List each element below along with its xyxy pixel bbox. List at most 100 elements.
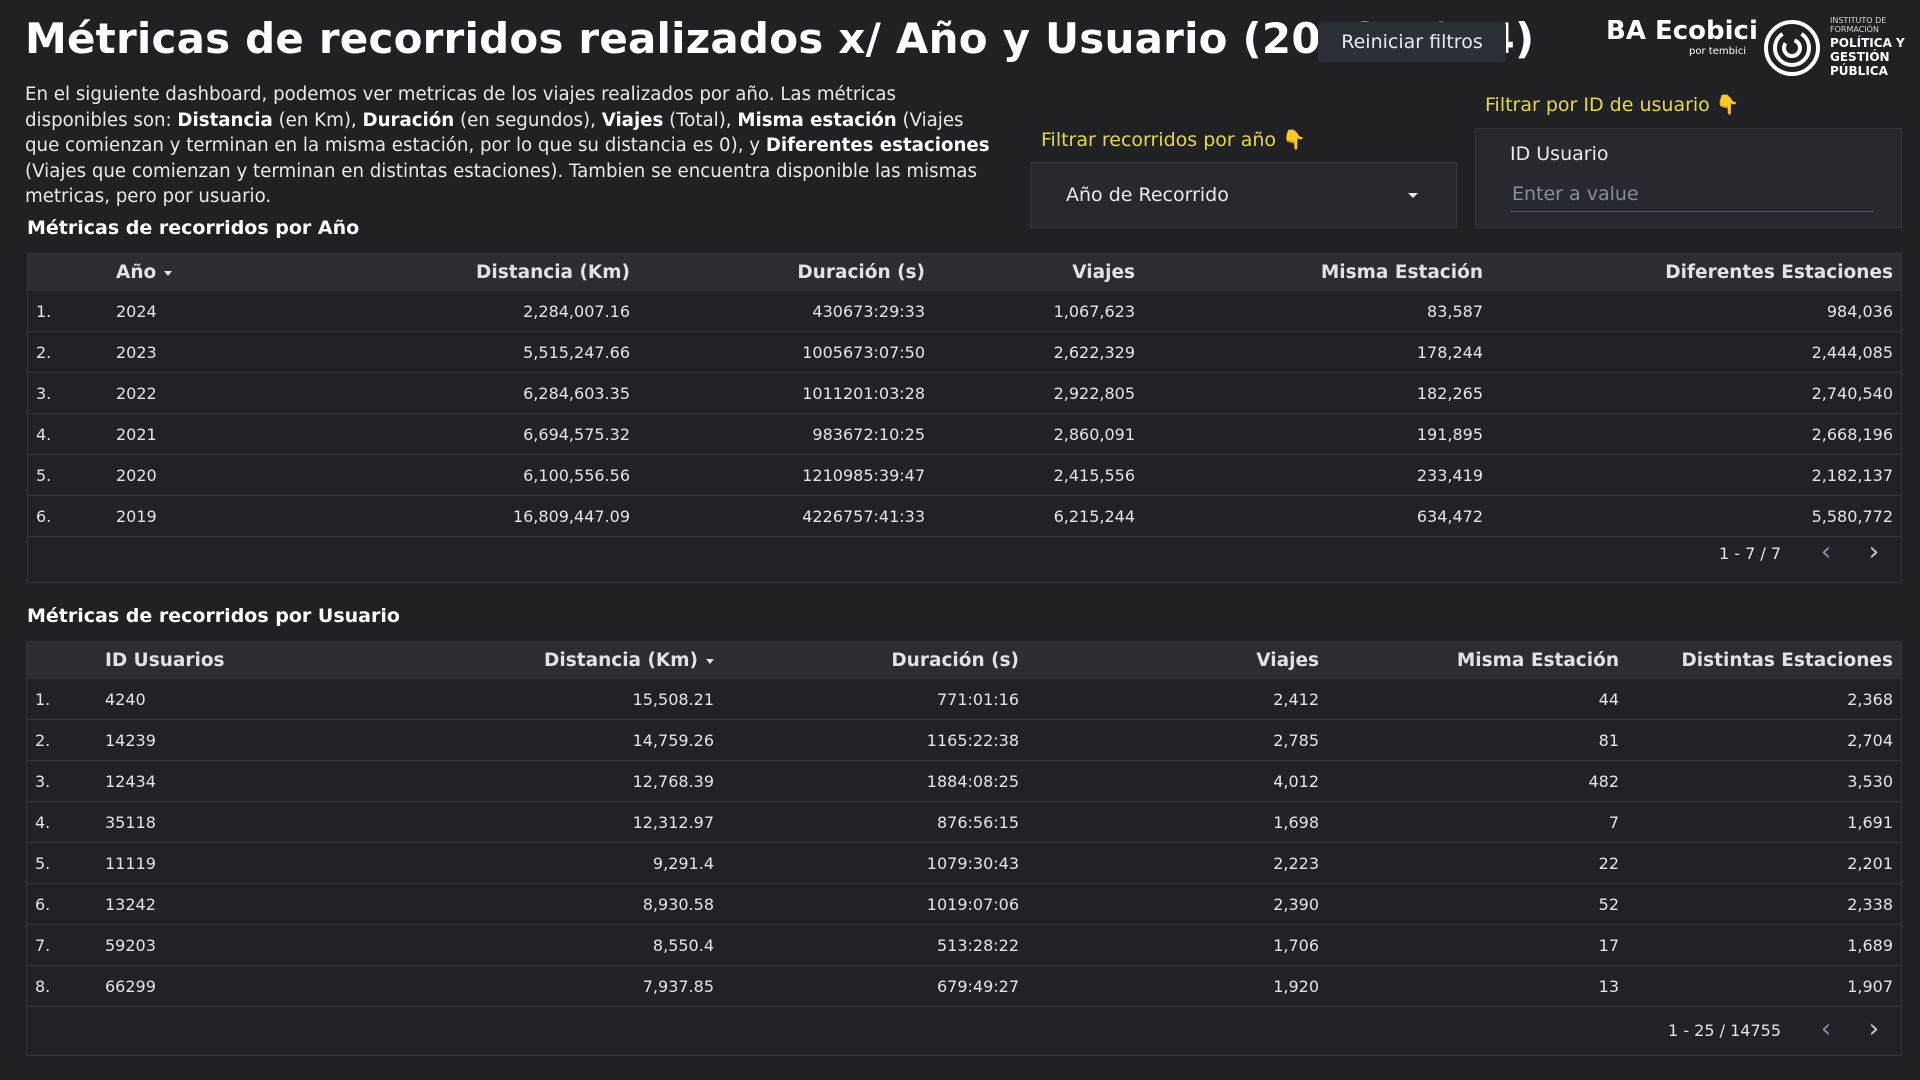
- page-title: Métricas de recorridos realizados x/ Año…: [25, 14, 1535, 63]
- table-row[interactable]: 1. 4240 15,508.21 771:01:16 2,412 44 2,3…: [27, 679, 1901, 720]
- cell-trips: 1,067,623: [933, 291, 1143, 332]
- cell-duration: 513:28:22: [722, 924, 1027, 966]
- table-row[interactable]: 3. 2022 6,284,603.35 1011201:03:28 2,922…: [28, 372, 1901, 414]
- cell-trips: 1,706: [1027, 924, 1327, 966]
- cell-duration: 1210985:39:47: [638, 454, 933, 496]
- row-index: 3.: [27, 760, 97, 802]
- user-id-field-label: ID Usuario: [1510, 143, 1609, 165]
- column-header-duration[interactable]: Duración (s): [638, 254, 933, 291]
- cell-same-station: 7: [1327, 801, 1627, 843]
- cell-same-station: 178,244: [1143, 331, 1491, 373]
- intro-paragraph: En el siguiente dashboard, podemos ver m…: [25, 84, 990, 207]
- cell-duration: 876:56:15: [722, 801, 1027, 843]
- column-header-same-station[interactable]: Misma Estación: [1327, 642, 1627, 679]
- table-row[interactable]: 2. 14239 14,759.26 1165:22:38 2,785 81 2…: [27, 719, 1901, 761]
- table-row[interactable]: 6. 13242 8,930.58 1019:07:06 2,390 52 2,…: [27, 883, 1901, 925]
- cell-trips: 2,922,805: [933, 372, 1143, 414]
- sort-desc-icon: [164, 270, 173, 276]
- row-index: 8.: [27, 965, 97, 1007]
- cell-distance: 9,291.4: [337, 842, 722, 884]
- cell-different-stations: 2,368: [1627, 679, 1901, 720]
- cell-user-id: 12434: [97, 760, 337, 802]
- year-filter-label: Filtrar recorridos por año 👇: [1041, 129, 1306, 151]
- table-row[interactable]: 2. 2023 5,515,247.66 1005673:07:50 2,622…: [28, 331, 1901, 373]
- cell-trips: 2,860,091: [933, 413, 1143, 455]
- institute-small-text: INSTITUTO DE FORMACIÓN: [1830, 16, 1887, 34]
- column-header-year[interactable]: Año: [108, 254, 238, 291]
- cell-year: 2021: [108, 413, 238, 455]
- row-index: 5.: [27, 842, 97, 884]
- column-header-same-station[interactable]: Misma Estación: [1143, 254, 1491, 291]
- column-header-duration[interactable]: Duración (s): [722, 642, 1027, 679]
- chevron-right-icon[interactable]: ›: [1859, 1015, 1889, 1045]
- cell-year: 2019: [108, 495, 238, 537]
- cell-same-station: 22: [1327, 842, 1627, 884]
- table-row[interactable]: 8. 66299 7,937.85 679:49:27 1,920 13 1,9…: [27, 965, 1901, 1007]
- table-row[interactable]: 6. 2019 16,809,447.09 4226757:41:33 6,21…: [28, 495, 1901, 537]
- column-header-distance[interactable]: Distancia (Km): [337, 642, 722, 679]
- chevron-left-icon[interactable]: ‹: [1811, 538, 1841, 568]
- cell-year: 2023: [108, 331, 238, 373]
- reset-filters-button[interactable]: Reiniciar filtros: [1318, 22, 1506, 62]
- cell-distance: 6,284,603.35: [238, 372, 638, 414]
- cell-same-station: 482: [1327, 760, 1627, 802]
- cell-user-id: 4240: [97, 679, 337, 720]
- column-header-distance[interactable]: Distancia (Km): [238, 254, 638, 291]
- table-row[interactable]: 1. 2024 2,284,007.16 430673:29:33 1,067,…: [28, 291, 1901, 332]
- year-select-dropdown[interactable]: Año de Recorrido: [1030, 162, 1457, 228]
- row-index: 4.: [28, 413, 108, 455]
- table-row[interactable]: 4. 2021 6,694,575.32 983672:10:25 2,860,…: [28, 413, 1901, 455]
- cell-distance: 14,759.26: [337, 719, 722, 761]
- row-index: 2.: [27, 719, 97, 761]
- cell-same-station: 17: [1327, 924, 1627, 966]
- row-index: 7.: [27, 924, 97, 966]
- cell-year: 2020: [108, 454, 238, 496]
- cell-trips: 2,412: [1027, 679, 1327, 720]
- cell-distance: 12,312.97: [337, 801, 722, 843]
- cell-trips: 1,698: [1027, 801, 1327, 843]
- sort-desc-icon: [706, 658, 714, 664]
- row-index: 2.: [28, 331, 108, 373]
- cell-duration: 430673:29:33: [638, 291, 933, 332]
- user-id-filter: ID Usuario: [1475, 128, 1902, 228]
- cell-duration: 4226757:41:33: [638, 495, 933, 537]
- table-row[interactable]: 3. 12434 12,768.39 1884:08:25 4,012 482 …: [27, 760, 1901, 802]
- column-header-different-stations[interactable]: Diferentes Estaciones: [1491, 254, 1901, 291]
- institute-name-text: POLÍTICA Y GESTIÓN PÚBLICA: [1830, 36, 1905, 78]
- table-row[interactable]: 7. 59203 8,550.4 513:28:22 1,706 17 1,68…: [27, 924, 1901, 966]
- cell-duration: 1019:07:06: [722, 883, 1027, 925]
- user-id-input[interactable]: [1510, 177, 1874, 212]
- cell-different-stations: 984,036: [1491, 291, 1901, 332]
- row-index: 6.: [27, 883, 97, 925]
- cell-same-station: 233,419: [1143, 454, 1491, 496]
- cell-distance: 16,809,447.09: [238, 495, 638, 537]
- column-header-trips[interactable]: Viajes: [1027, 642, 1327, 679]
- cell-different-stations: 3,530: [1627, 760, 1901, 802]
- cell-duration: 1165:22:38: [722, 719, 1027, 761]
- ecobici-logo-text: BA Ecobici: [1606, 16, 1758, 46]
- cell-distance: 8,550.4: [337, 924, 722, 966]
- cell-duration: 1005673:07:50: [638, 331, 933, 373]
- cell-user-id: 11119: [97, 842, 337, 884]
- cell-same-station: 52: [1327, 883, 1627, 925]
- cell-different-stations: 1,691: [1627, 801, 1901, 843]
- cell-year: 2024: [108, 291, 238, 332]
- chevron-right-icon[interactable]: ›: [1859, 538, 1889, 568]
- cell-year: 2022: [108, 372, 238, 414]
- chevron-left-icon[interactable]: ‹: [1811, 1015, 1841, 1045]
- column-header-different-stations[interactable]: Distintas Estaciones: [1627, 642, 1901, 679]
- cell-user-id: 35118: [97, 801, 337, 843]
- table-row[interactable]: 5. 11119 9,291.4 1079:30:43 2,223 22 2,2…: [27, 842, 1901, 884]
- cell-trips: 1,920: [1027, 965, 1327, 1007]
- table-row[interactable]: 4. 35118 12,312.97 876:56:15 1,698 7 1,6…: [27, 801, 1901, 843]
- cell-different-stations: 2,704: [1627, 719, 1901, 761]
- table-row[interactable]: 5. 2020 6,100,556.56 1210985:39:47 2,415…: [28, 454, 1901, 496]
- cell-duration: 983672:10:25: [638, 413, 933, 455]
- column-header-trips[interactable]: Viajes: [933, 254, 1143, 291]
- cell-distance: 5,515,247.66: [238, 331, 638, 373]
- column-header-user-id[interactable]: ID Usuarios: [97, 642, 337, 679]
- pagination-text: 1 - 25 / 14755: [1668, 1021, 1781, 1040]
- cell-duration: 1884:08:25: [722, 760, 1027, 802]
- dropdown-caret-icon: [1408, 193, 1418, 198]
- ecobici-logo: BA Ecobici por tembici: [1606, 16, 1758, 60]
